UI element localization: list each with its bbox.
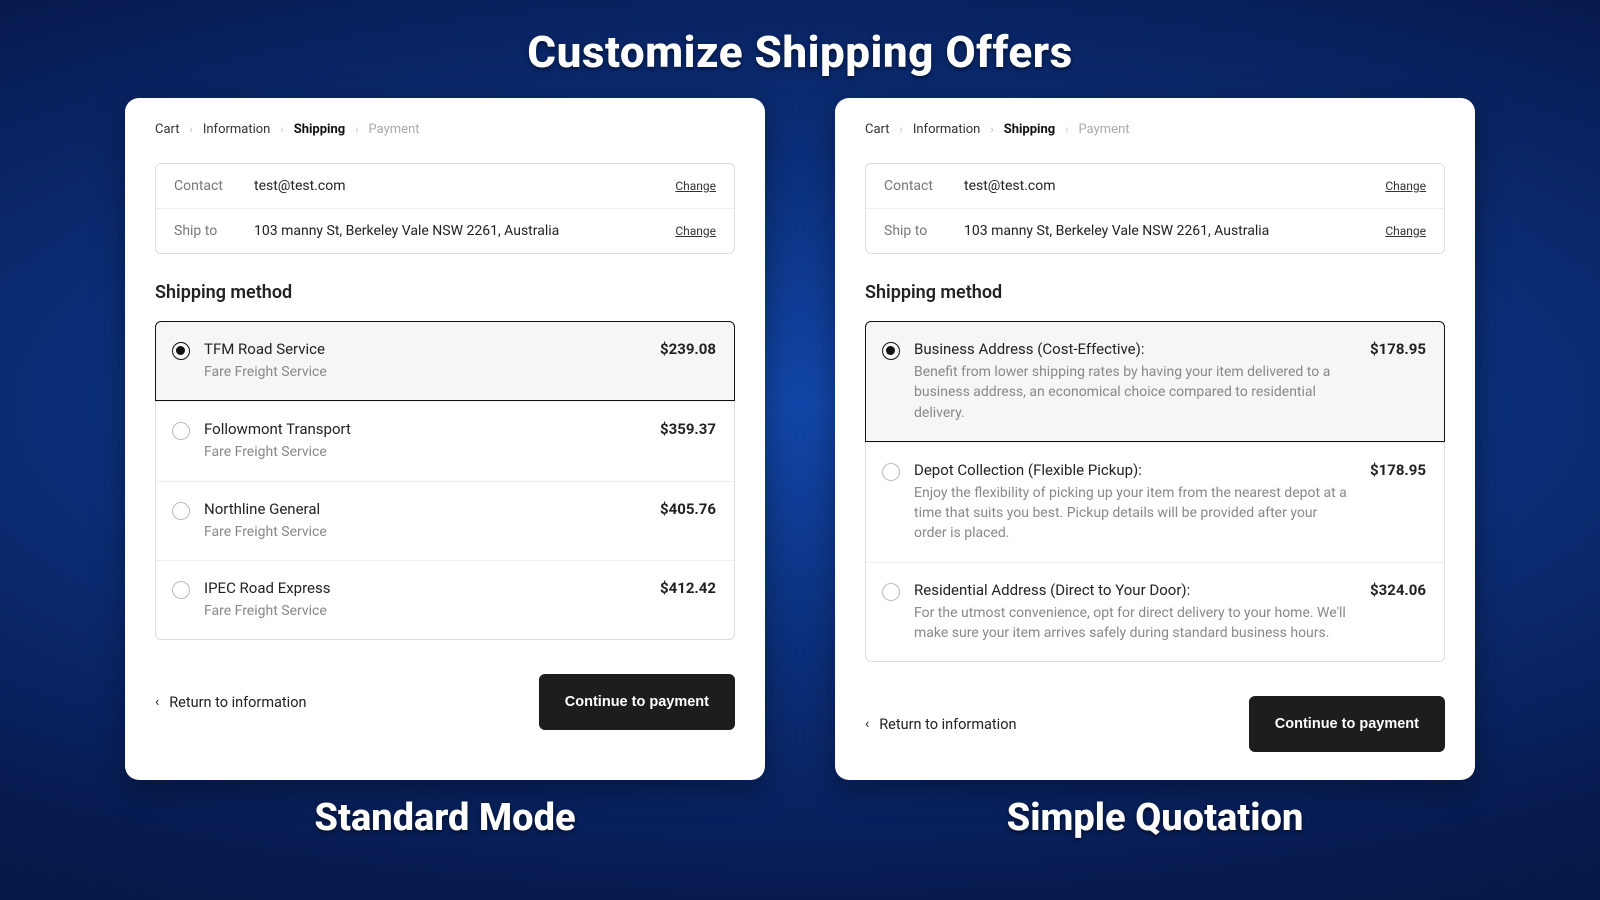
contact-row: Contact test@test.com Change (156, 164, 734, 208)
shipping-option[interactable]: Followmont Transport Fare Freight Servic… (156, 401, 734, 480)
ship-to-value: 103 manny St, Berkeley Vale NSW 2261, Au… (254, 223, 675, 239)
shipping-option-price: $324.06 (1370, 581, 1426, 644)
return-to-information-link[interactable]: ‹ Return to information (155, 694, 306, 711)
radio-icon (882, 583, 900, 601)
order-info-box: Contact test@test.com Change Ship to 103… (155, 163, 735, 254)
continue-to-payment-button[interactable]: Continue to payment (1249, 696, 1445, 752)
shipping-option-subtitle: Fare Freight Service (204, 362, 638, 382)
ship-to-label: Ship to (884, 223, 964, 239)
shipping-option[interactable]: TFM Road Service Fare Freight Service $2… (155, 321, 735, 401)
change-contact-link[interactable]: Change (675, 179, 716, 193)
shipping-option-subtitle: Fare Freight Service (204, 601, 638, 621)
radio-icon (172, 581, 190, 599)
shipping-method-heading: Shipping method (865, 282, 1445, 303)
shipping-option-price: $412.42 (660, 579, 716, 621)
contact-value: test@test.com (254, 178, 675, 194)
radio-icon (882, 342, 900, 360)
chevron-right-icon: › (355, 123, 358, 136)
chevron-right-icon: › (1065, 123, 1068, 136)
radio-icon (882, 463, 900, 481)
return-to-information-label: Return to information (879, 716, 1016, 733)
ship-to-value: 103 manny St, Berkeley Vale NSW 2261, Au… (964, 223, 1385, 239)
contact-label: Contact (174, 178, 254, 194)
shipping-option-title: Depot Collection (Flexible Pickup): (914, 461, 1348, 479)
contact-value: test@test.com (964, 178, 1385, 194)
breadcrumb-payment: Payment (369, 122, 420, 137)
caption-simple-quotation: Simple Quotation (835, 796, 1475, 840)
chevron-right-icon: › (990, 123, 993, 136)
shipping-method-heading: Shipping method (155, 282, 735, 303)
shipping-option-price: $405.76 (660, 500, 716, 542)
chevron-right-icon: › (280, 123, 283, 136)
shipping-option-price: $178.95 (1370, 340, 1426, 423)
breadcrumb-cart[interactable]: Cart (865, 122, 890, 137)
shipping-option-title: Business Address (Cost-Effective): (914, 340, 1348, 358)
shipping-option[interactable]: Business Address (Cost-Effective): Benef… (865, 321, 1445, 442)
change-ship-to-link[interactable]: Change (1385, 224, 1426, 238)
shipping-option-title: Followmont Transport (204, 420, 638, 438)
shipping-option-subtitle: Benefit from lower shipping rates by hav… (914, 362, 1348, 423)
shipping-option[interactable]: Depot Collection (Flexible Pickup): Enjo… (866, 442, 1444, 562)
continue-to-payment-button[interactable]: Continue to payment (539, 674, 735, 730)
shipping-option-title: Residential Address (Direct to Your Door… (914, 581, 1348, 599)
return-to-information-label: Return to information (169, 694, 306, 711)
ship-to-label: Ship to (174, 223, 254, 239)
breadcrumb-information[interactable]: Information (913, 122, 981, 137)
shipping-option-subtitle: For the utmost convenience, opt for dire… (914, 603, 1348, 644)
shipping-option-price: $178.95 (1370, 461, 1426, 544)
chevron-left-icon: ‹ (155, 694, 159, 710)
shipping-option-title: TFM Road Service (204, 340, 638, 358)
shipping-options-list: Business Address (Cost-Effective): Benef… (865, 321, 1445, 662)
radio-icon (172, 342, 190, 360)
ship-to-row: Ship to 103 manny St, Berkeley Vale NSW … (866, 208, 1444, 253)
chevron-left-icon: ‹ (865, 716, 869, 732)
shipping-option-subtitle: Fare Freight Service (204, 442, 638, 462)
breadcrumb-shipping: Shipping (294, 122, 346, 137)
ship-to-row: Ship to 103 manny St, Berkeley Vale NSW … (156, 208, 734, 253)
contact-label: Contact (884, 178, 964, 194)
caption-standard-mode: Standard Mode (125, 796, 765, 840)
shipping-option[interactable]: Northline General Fare Freight Service $… (156, 481, 734, 560)
chevron-right-icon: › (190, 123, 193, 136)
radio-icon (172, 422, 190, 440)
card-standard-mode: Cart › Information › Shipping › Payment … (125, 98, 765, 780)
breadcrumb: Cart › Information › Shipping › Payment (155, 122, 735, 137)
order-info-box: Contact test@test.com Change Ship to 103… (865, 163, 1445, 254)
shipping-option-subtitle: Fare Freight Service (204, 522, 638, 542)
breadcrumb: Cart › Information › Shipping › Payment (865, 122, 1445, 137)
breadcrumb-information[interactable]: Information (203, 122, 271, 137)
contact-row: Contact test@test.com Change (866, 164, 1444, 208)
page-title: Customize Shipping Offers (527, 26, 1072, 78)
chevron-right-icon: › (900, 123, 903, 136)
change-contact-link[interactable]: Change (1385, 179, 1426, 193)
breadcrumb-cart[interactable]: Cart (155, 122, 180, 137)
breadcrumb-shipping: Shipping (1004, 122, 1056, 137)
card-simple-quotation: Cart › Information › Shipping › Payment … (835, 98, 1475, 780)
change-ship-to-link[interactable]: Change (675, 224, 716, 238)
shipping-option[interactable]: Residential Address (Direct to Your Door… (866, 562, 1444, 662)
shipping-option[interactable]: IPEC Road Express Fare Freight Service $… (156, 560, 734, 639)
shipping-options-list: TFM Road Service Fare Freight Service $2… (155, 321, 735, 640)
radio-icon (172, 502, 190, 520)
shipping-option-subtitle: Enjoy the flexibility of picking up your… (914, 483, 1348, 544)
shipping-option-title: IPEC Road Express (204, 579, 638, 597)
return-to-information-link[interactable]: ‹ Return to information (865, 716, 1016, 733)
shipping-option-price: $359.37 (660, 420, 716, 462)
breadcrumb-payment: Payment (1079, 122, 1130, 137)
shipping-option-price: $239.08 (660, 340, 716, 382)
shipping-option-title: Northline General (204, 500, 638, 518)
